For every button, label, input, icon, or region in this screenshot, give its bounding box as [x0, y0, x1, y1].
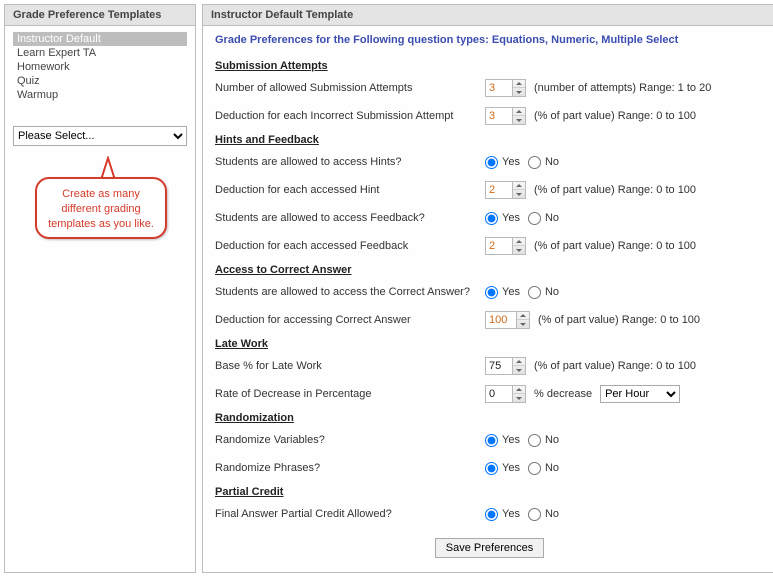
create-template-select[interactable]: Please Select...	[13, 126, 187, 146]
section-header-submission: Submission Attempts	[215, 60, 764, 72]
late-base-input[interactable]	[486, 358, 512, 374]
feedback-deduction-spinner[interactable]	[512, 238, 525, 254]
late-base-suffix: (% of part value) Range: 0 to 100	[534, 360, 696, 372]
answer-access-no[interactable]: No	[528, 286, 559, 299]
hints-access-yes[interactable]: Yes	[485, 156, 520, 169]
random-vars-no[interactable]: No	[528, 434, 559, 447]
submission-deduction-spinner[interactable]	[512, 108, 525, 124]
feedback-access-label: Students are allowed to access Feedback?	[215, 212, 485, 224]
section-header-partial: Partial Credit	[215, 486, 764, 498]
late-rate-label: Rate of Decrease in Percentage	[215, 388, 485, 400]
feedback-access-no[interactable]: No	[528, 212, 559, 225]
feedback-access-yes[interactable]: Yes	[485, 212, 520, 225]
hints-access-label: Students are allowed to access Hints?	[215, 156, 485, 168]
callout-bubble: Create as many different grading templat…	[35, 177, 167, 239]
late-base-label: Base % for Late Work	[215, 360, 485, 372]
template-item-instructor-default[interactable]: Instructor Default	[13, 32, 187, 46]
section-header-hints: Hints and Feedback	[215, 134, 764, 146]
answer-deduction-spinner[interactable]	[516, 312, 529, 328]
template-item-quiz[interactable]: Quiz	[13, 74, 187, 88]
section-header-late: Late Work	[215, 338, 764, 350]
submission-deduction-suffix: (% of part value) Range: 0 to 100	[534, 110, 696, 122]
feedback-deduction-suffix: (% of part value) Range: 0 to 100	[534, 240, 696, 252]
attempts-input[interactable]	[486, 80, 512, 96]
answer-deduction-input[interactable]	[486, 312, 516, 328]
partial-final-no[interactable]: No	[528, 508, 559, 521]
template-item-warmup[interactable]: Warmup	[13, 88, 187, 102]
answer-access-label: Students are allowed to access the Corre…	[215, 286, 485, 298]
hints-deduction-suffix: (% of part value) Range: 0 to 100	[534, 184, 696, 196]
random-phrases-no[interactable]: No	[528, 462, 559, 475]
late-rate-input[interactable]	[486, 386, 512, 402]
random-phrases-label: Randomize Phrases?	[215, 462, 485, 474]
submission-deduction-input[interactable]	[486, 108, 512, 124]
template-item-learn-expert-ta[interactable]: Learn Expert TA	[13, 46, 187, 60]
submission-deduction-label: Deduction for each Incorrect Submission …	[215, 110, 485, 122]
hints-deduction-input[interactable]	[486, 182, 512, 198]
late-base-spinner[interactable]	[512, 358, 525, 374]
template-item-homework[interactable]: Homework	[13, 60, 187, 74]
hints-deduction-spinner[interactable]	[512, 182, 525, 198]
templates-panel: Grade Preference Templates Instructor De…	[4, 4, 196, 573]
template-list: Instructor Default Learn Expert TA Homew…	[13, 32, 187, 102]
hints-deduction-label: Deduction for each accessed Hint	[215, 184, 485, 196]
feedback-deduction-input[interactable]	[486, 238, 512, 254]
random-vars-yes[interactable]: Yes	[485, 434, 520, 447]
answer-deduction-suffix: (% of part value) Range: 0 to 100	[538, 314, 700, 326]
section-header-random: Randomization	[215, 412, 764, 424]
random-vars-label: Randomize Variables?	[215, 434, 485, 446]
templates-panel-title: Grade Preference Templates	[5, 5, 195, 26]
late-rate-unit-select[interactable]: Per Hour	[600, 385, 680, 403]
answer-deduction-label: Deduction for accessing Correct Answer	[215, 314, 485, 326]
random-phrases-yes[interactable]: Yes	[485, 462, 520, 475]
attempts-label: Number of allowed Submission Attempts	[215, 82, 485, 94]
attempts-suffix: (number of attempts) Range: 1 to 20	[534, 82, 711, 94]
hints-access-no[interactable]: No	[528, 156, 559, 169]
late-rate-spinner[interactable]	[512, 386, 525, 402]
answer-access-yes[interactable]: Yes	[485, 286, 520, 299]
settings-panel: Instructor Default Template Grade Prefer…	[202, 4, 773, 573]
partial-final-label: Final Answer Partial Credit Allowed?	[215, 508, 485, 520]
partial-final-yes[interactable]: Yes	[485, 508, 520, 521]
feedback-deduction-label: Deduction for each accessed Feedback	[215, 240, 485, 252]
settings-subtitle: Grade Preferences for the Following ques…	[215, 34, 764, 46]
late-rate-mid: % decrease	[534, 388, 592, 400]
save-preferences-button[interactable]: Save Preferences	[435, 538, 544, 558]
attempts-spinner[interactable]	[512, 80, 525, 96]
section-header-answer: Access to Correct Answer	[215, 264, 764, 276]
settings-panel-title: Instructor Default Template	[203, 5, 773, 26]
